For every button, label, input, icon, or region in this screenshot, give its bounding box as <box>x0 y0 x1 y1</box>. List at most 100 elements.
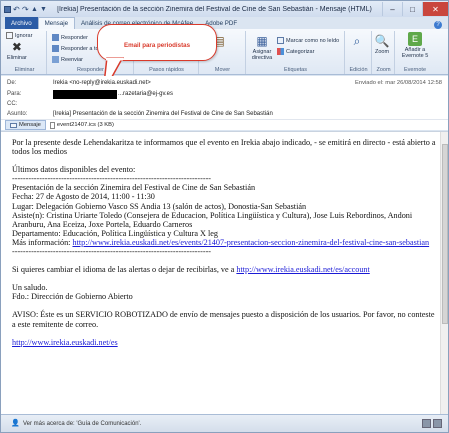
person-thumbnail-icon[interactable] <box>422 419 431 428</box>
envelope-icon <box>277 37 284 44</box>
policy-icon: ▦ <box>256 34 268 48</box>
group-label-zoom: Zoom <box>376 67 391 73</box>
message-envelope-icon <box>10 122 17 128</box>
group-evernote: E Añadir a Evernote 5 Evernote <box>396 31 434 74</box>
window-title: [Irekia] Presentación de la sección Zine… <box>57 5 372 13</box>
callout-text: Email para periodistas <box>123 42 191 49</box>
event-date: Fecha: 27 de Agosto de 2014, 11:00 - 11:… <box>12 192 155 202</box>
from-value[interactable]: Irekia <no-reply@irekia.euskadi.net> <box>53 80 151 86</box>
maximize-button[interactable]: □ <box>402 2 422 16</box>
window-controls: – □ ✕ <box>382 2 448 16</box>
to-value[interactable]: ...razetaria@ej-gv.es <box>118 91 173 97</box>
separator-1: ----------------------------------------… <box>12 174 212 184</box>
eliminar-button[interactable]: ✖ Eliminar <box>7 40 27 61</box>
signature: Fdo.: Dirección de Gobierno Abierto <box>12 292 133 302</box>
attachment-ics-label: event21407.ics (3 KB) <box>56 122 114 128</box>
event-title: Presentación de la sección Zinemira del … <box>12 183 256 193</box>
help-icon[interactable]: ? <box>434 21 442 29</box>
separator-2: ----------------------------------------… <box>12 247 212 257</box>
footer-link-line: http://www.irekia.euskadi.net/es <box>12 338 440 347</box>
group-label-pasos-rapidos: Pasos rápidos <box>149 67 184 73</box>
outlook-message-window: ↶ ↷ ▲ ▼ [Irekia] Presentación de la secc… <box>0 0 449 433</box>
reply-all-icon <box>52 45 59 52</box>
redo-icon[interactable]: ↷ <box>22 5 29 13</box>
reenviar-label: Reenviar <box>61 56 84 63</box>
people-pane-text[interactable]: Ver más acerca de: 'Guía de Comunicación… <box>23 421 141 427</box>
zoom-button[interactable]: 🔍 Zoom <box>374 34 390 55</box>
evernote-elephant-icon: E <box>408 32 422 46</box>
change-language-line: Si quieres cambiar el idioma de las aler… <box>12 265 440 274</box>
group-label-mover: Mover <box>214 67 231 73</box>
mensaje-tab[interactable]: Mensaje <box>5 120 46 130</box>
redacted-email <box>53 90 117 99</box>
delete-x-icon: ✖ <box>11 40 22 54</box>
magnifier-icon: 🔍 <box>374 34 390 48</box>
group-eliminar: Ignorar ✖ Eliminar Eliminar <box>3 31 47 74</box>
vertical-scrollbar[interactable] <box>440 132 448 415</box>
forward-icon <box>52 56 59 63</box>
people-pane-controls <box>422 419 442 428</box>
tab-mensaje[interactable]: Mensaje <box>37 17 76 29</box>
message-body: Por la presente desde Lehendakaritza te … <box>1 131 448 415</box>
binoculars-icon: ⌕ <box>353 34 361 48</box>
greeting: Un saludo. <box>12 283 48 293</box>
anadir-evernote-label: Añadir a Evernote 5 <box>401 47 429 59</box>
up-arrow-icon[interactable]: ▲ <box>31 6 38 13</box>
expand-pane-icon[interactable] <box>433 419 442 428</box>
undo-icon[interactable]: ↶ <box>13 5 20 13</box>
group-label-eliminar: Eliminar <box>14 67 35 73</box>
reply-icon <box>52 34 59 41</box>
annotation-callout: Email para periodistas <box>97 24 217 61</box>
ribbon: Ignorar ✖ Eliminar Eliminar Responder Re… <box>1 29 448 75</box>
responder-label: Responder <box>61 34 88 41</box>
calendar-file-icon <box>49 121 55 129</box>
asignar-directiva-button[interactable]: ▦ Asignar directiva <box>249 34 275 61</box>
attachment-bar: Mensaje event21407.ics (3 KB) <box>1 119 448 130</box>
scrollbar-thumb[interactable] <box>442 144 448 324</box>
anadir-evernote-button[interactable]: E Añadir a Evernote 5 <box>398 32 432 59</box>
minimize-button[interactable]: – <box>382 2 402 16</box>
asignar-directiva-label: Asignar directiva <box>251 49 273 61</box>
responder-button[interactable]: Responder <box>52 34 88 41</box>
group-edicion: ⌕ Edición <box>346 31 372 74</box>
account-link[interactable]: http://www.irekia.euskadi.net/es/account <box>236 265 369 274</box>
mensaje-tab-label: Mensaje <box>19 122 41 128</box>
reenviar-button[interactable]: Reenviar <box>52 56 83 63</box>
category-icon <box>277 48 284 55</box>
group-label-etiquetas: Etiquetas <box>284 67 307 73</box>
ultimos-datos: Últimos datos disponibles del evento: <box>12 165 136 175</box>
group-label-edicion: Edición <box>349 67 368 73</box>
marcar-no-leido-button[interactable]: Marcar como no leído <box>277 37 339 44</box>
ignorar-label: Ignorar <box>15 32 33 39</box>
categorizar-button[interactable]: Categorizar <box>277 48 314 55</box>
event-link[interactable]: http://www.irekia.euskadi.net/es/events/… <box>72 238 429 247</box>
change-language-label: Si quieres cambiar el idioma de las aler… <box>12 265 237 275</box>
group-zoom: 🔍 Zoom Zoom <box>373 31 395 74</box>
people-pane-bar: 👤 Ver más acerca de: 'Guía de Comunicaci… <box>1 414 448 432</box>
edicion-button[interactable]: ⌕ <box>350 34 364 49</box>
event-location: Lugar: Delegación Gobierno Vasco SS Andi… <box>12 201 307 211</box>
close-button[interactable]: ✕ <box>422 2 448 16</box>
categorizar-label: Categorizar <box>286 48 315 55</box>
tab-archivo[interactable]: Archivo <box>5 17 38 29</box>
subject-value: [Irekia] Presentación de la sección Zine… <box>53 111 273 117</box>
quick-access-toolbar: ↶ ↷ ▲ ▼ <box>1 5 47 13</box>
ignorar-button[interactable]: Ignorar <box>6 32 32 39</box>
to-label: Para: <box>7 91 22 97</box>
more-info-line: Más información: http://www.irekia.euska… <box>12 238 440 247</box>
person-icon: 👤 <box>11 419 20 427</box>
ribbon-tabs: Archivo Mensaje Análisis de correo elect… <box>1 17 448 29</box>
down-arrow-icon[interactable]: ▼ <box>40 6 47 13</box>
event-attendees: Asiste(n): Cristina Uriarte Toledo (Cons… <box>12 210 413 229</box>
irekia-home-link[interactable]: http://www.irekia.euskadi.net/es <box>12 338 118 347</box>
title-bar: ↶ ↷ ▲ ▼ [Irekia] Presentación de la secc… <box>1 1 448 17</box>
cc-label: CC: <box>7 101 18 107</box>
save-icon[interactable] <box>4 5 11 13</box>
ignore-icon <box>6 32 13 39</box>
eliminar-label: Eliminar <box>7 55 27 61</box>
attachment-ics[interactable]: event21407.ics (3 KB) <box>46 120 118 130</box>
from-label: De: <box>7 80 17 86</box>
more-info-label: Más información: <box>12 237 73 247</box>
group-etiquetas: ▦ Asignar directiva Marcar como no leído… <box>247 31 345 74</box>
group-label-evernote: Evernote <box>403 67 426 73</box>
